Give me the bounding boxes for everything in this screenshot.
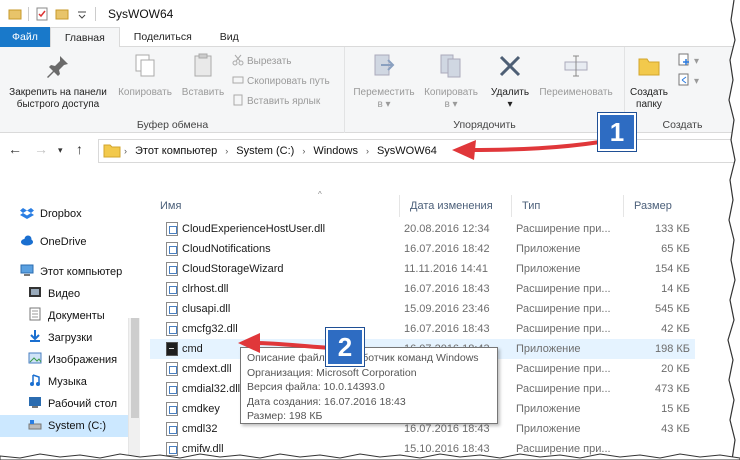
- annotation-arrow-2: [254, 341, 331, 350]
- torn-edge-right: [727, 0, 740, 460]
- annotation-overlay: [238, 140, 601, 353]
- torn-edge-bottom: [0, 453, 740, 460]
- annotation-badge-2: 2: [325, 327, 365, 367]
- annotation-arrowhead-1: [452, 140, 476, 160]
- annotation-arrow-1: [469, 140, 601, 152]
- annotation-badge-1: 1: [597, 112, 637, 152]
- annotation-arrowhead-2: [238, 333, 260, 353]
